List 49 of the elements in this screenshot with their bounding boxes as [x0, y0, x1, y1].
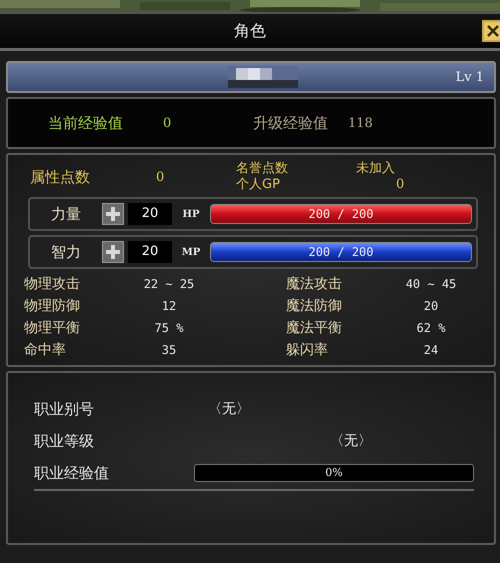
job-label: 职业别号	[34, 400, 95, 418]
stat-label: 物理防御	[24, 297, 81, 315]
gauge-reading: 200 / 200	[307, 244, 375, 261]
points-label: 属性点数	[30, 168, 90, 186]
close-button[interactable]	[482, 20, 500, 42]
stat-value: 12	[160, 299, 178, 313]
points-value: 0	[155, 170, 166, 184]
window-title: 角色	[234, 20, 266, 42]
stat-value: 22 ~ 25	[142, 277, 196, 291]
attribute-label: 智力	[50, 242, 82, 262]
add-point-button[interactable]	[102, 241, 124, 263]
job-label: 职业经验值	[34, 464, 110, 482]
job-value: 〈无〉	[330, 432, 372, 450]
experience-value: 0	[162, 116, 172, 130]
job-exp-reading: 0%	[324, 465, 344, 481]
attribute-value: 20	[128, 203, 172, 225]
bar-label: HP	[182, 208, 200, 220]
experience-label: 当前经验值	[48, 114, 123, 132]
stat-label: 魔法防御	[286, 297, 343, 315]
gauge-reading: 200 / 200	[307, 206, 375, 223]
gp-label: 个人GP	[236, 177, 281, 193]
job-label: 职业等级	[34, 432, 95, 450]
stat-label: 命中率	[24, 341, 67, 359]
stat-label: 物理平衡	[24, 319, 81, 337]
experience-value: 118	[347, 116, 374, 130]
stat-label: 物理攻击	[24, 275, 81, 293]
stat-label: 躲闪率	[286, 341, 329, 359]
pixelated-name	[228, 66, 298, 88]
gp-value: 0	[395, 177, 406, 193]
stat-value: 40 ~ 45	[404, 277, 458, 291]
level-label: Lv 1	[456, 70, 484, 84]
experience-label: 升级经验值	[253, 114, 328, 132]
bar-label: MP	[180, 246, 202, 258]
stat-value: 75 %	[154, 321, 184, 335]
add-point-button[interactable]	[102, 203, 124, 225]
stat-value: 24	[422, 343, 440, 357]
close-icon	[486, 24, 500, 38]
plus-icon	[105, 244, 121, 260]
stat-label: 魔法平衡	[286, 319, 343, 337]
job-value: 〈无〉	[208, 400, 250, 418]
attribute-label: 力量	[50, 204, 82, 224]
stat-value: 62 %	[416, 321, 446, 335]
honor-label: 名誉点数	[236, 161, 289, 177]
honor-value: 未加入	[356, 161, 396, 177]
stat-label: 魔法攻击	[286, 275, 343, 293]
stat-value: 20	[422, 299, 440, 313]
plus-icon	[105, 206, 121, 222]
attribute-value: 20	[128, 241, 172, 263]
stat-value: 35	[160, 343, 178, 357]
